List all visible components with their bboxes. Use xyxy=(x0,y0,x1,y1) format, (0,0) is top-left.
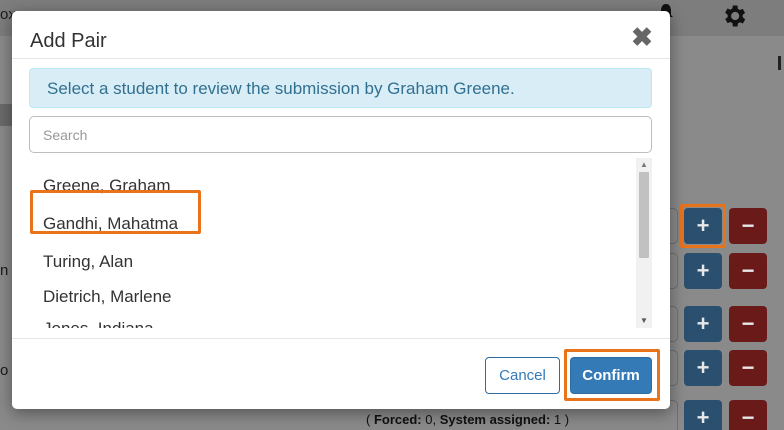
list-scrollbar[interactable]: ▲ ▼ xyxy=(636,158,652,328)
remove-pair-button[interactable]: − xyxy=(729,253,767,289)
scroll-up-arrow-icon[interactable]: ▲ xyxy=(636,158,652,172)
modal-header: Add Pair ✖ xyxy=(12,11,670,59)
list-item[interactable]: Jones, Indiana xyxy=(43,319,154,328)
edge-stripe xyxy=(0,104,12,126)
remove-pair-button[interactable]: − xyxy=(729,350,767,386)
search-input[interactable] xyxy=(29,116,652,153)
scroll-down-arrow-icon[interactable]: ▼ xyxy=(636,314,652,328)
cancel-button[interactable]: Cancel xyxy=(485,357,560,394)
info-alert: Select a student to review the submissio… xyxy=(29,68,652,108)
modal-footer: Cancel Confirm xyxy=(12,338,670,409)
assignment-counts: ( Forced: 0, System assigned: 1 ) xyxy=(366,412,570,427)
list-item[interactable]: Dietrich, Marlene xyxy=(43,287,172,307)
remove-pair-button[interactable]: − xyxy=(729,400,767,430)
scroll-thumb[interactable] xyxy=(639,172,649,258)
gear-icon[interactable] xyxy=(720,2,748,30)
remove-pair-button[interactable]: − xyxy=(729,208,767,244)
student-listbox[interactable]: Greene, Graham Gandhi, Mahatma Turing, A… xyxy=(29,158,652,328)
add-pair-button[interactable]: + xyxy=(684,306,722,342)
add-pair-button[interactable]: + xyxy=(684,400,722,430)
edge-mark xyxy=(778,56,781,70)
add-pair-modal: Add Pair ✖ Select a student to review th… xyxy=(12,11,670,409)
edge-text: n xyxy=(0,262,9,279)
list-item[interactable]: Greene, Graham xyxy=(43,176,171,196)
list-item[interactable]: Gandhi, Mahatma xyxy=(43,214,178,234)
remove-pair-button[interactable]: − xyxy=(729,306,767,342)
close-icon[interactable]: ✖ xyxy=(630,24,654,50)
confirm-button[interactable]: Confirm xyxy=(570,357,652,394)
add-pair-button[interactable]: + xyxy=(684,253,722,289)
modal-title: Add Pair xyxy=(30,30,107,52)
list-item[interactable]: Turing, Alan xyxy=(43,252,133,272)
edge-text: o xyxy=(0,362,9,379)
add-pair-button[interactable]: + xyxy=(684,208,722,244)
add-pair-button[interactable]: + xyxy=(684,350,722,386)
